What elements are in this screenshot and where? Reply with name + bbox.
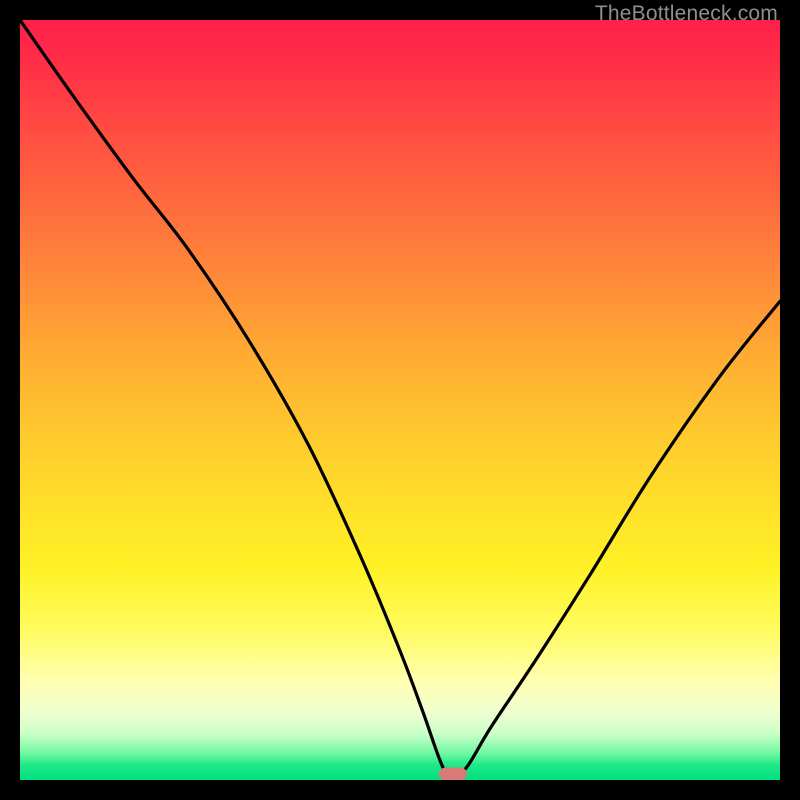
optimal-marker <box>439 767 467 780</box>
plot-area <box>20 20 780 780</box>
bottleneck-curve <box>20 20 780 780</box>
curve-path <box>20 20 780 780</box>
chart-frame: TheBottleneck.com <box>0 0 800 800</box>
